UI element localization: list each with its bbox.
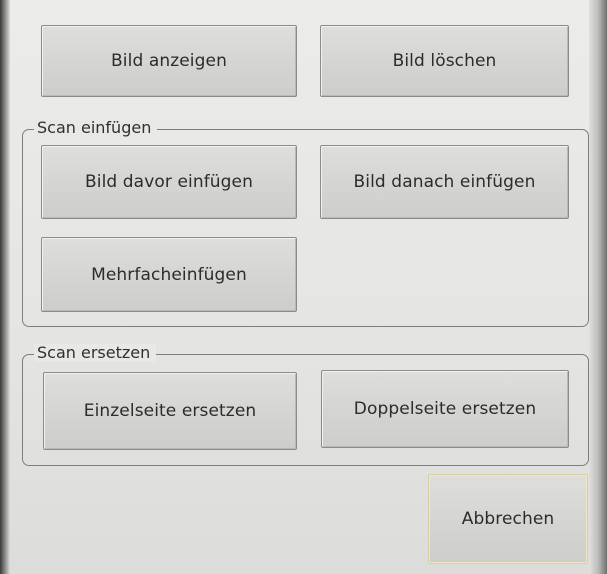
replace-scan-group-title: Scan ersetzen xyxy=(34,344,157,362)
insert-after-button-label: Bild danach einfügen xyxy=(353,172,536,192)
replace-single-page-button[interactable]: Einzelseite ersetzen xyxy=(43,372,297,450)
cancel-button[interactable]: Abbrechen xyxy=(428,474,588,564)
insert-before-button[interactable]: Bild davor einfügen xyxy=(41,145,297,219)
multi-insert-button-label: Mehrfacheinfügen xyxy=(91,264,247,285)
dialog-window: Bild anzeigen Bild löschen Scan einfügen… xyxy=(0,0,607,574)
multi-insert-button[interactable]: Mehrfacheinfügen xyxy=(41,237,297,312)
insert-after-button[interactable]: Bild danach einfügen xyxy=(320,145,569,219)
screen-bezel-left xyxy=(0,0,10,574)
screen-bezel-right xyxy=(589,0,607,574)
replace-double-page-button[interactable]: Doppelseite ersetzen xyxy=(321,370,569,448)
replace-double-page-button-label: Doppelseite ersetzen xyxy=(353,399,537,419)
delete-image-button[interactable]: Bild löschen xyxy=(320,25,569,97)
delete-image-button-label: Bild löschen xyxy=(392,51,497,71)
insert-scan-group-title: Scan einfügen xyxy=(34,119,158,137)
cancel-button-label: Abbrechen xyxy=(461,509,555,529)
show-image-button-label: Bild anzeigen xyxy=(111,51,227,71)
replace-single-page-button-label: Einzelseite ersetzen xyxy=(83,401,257,421)
insert-before-button-label: Bild davor einfügen xyxy=(84,172,253,192)
show-image-button[interactable]: Bild anzeigen xyxy=(41,25,297,97)
